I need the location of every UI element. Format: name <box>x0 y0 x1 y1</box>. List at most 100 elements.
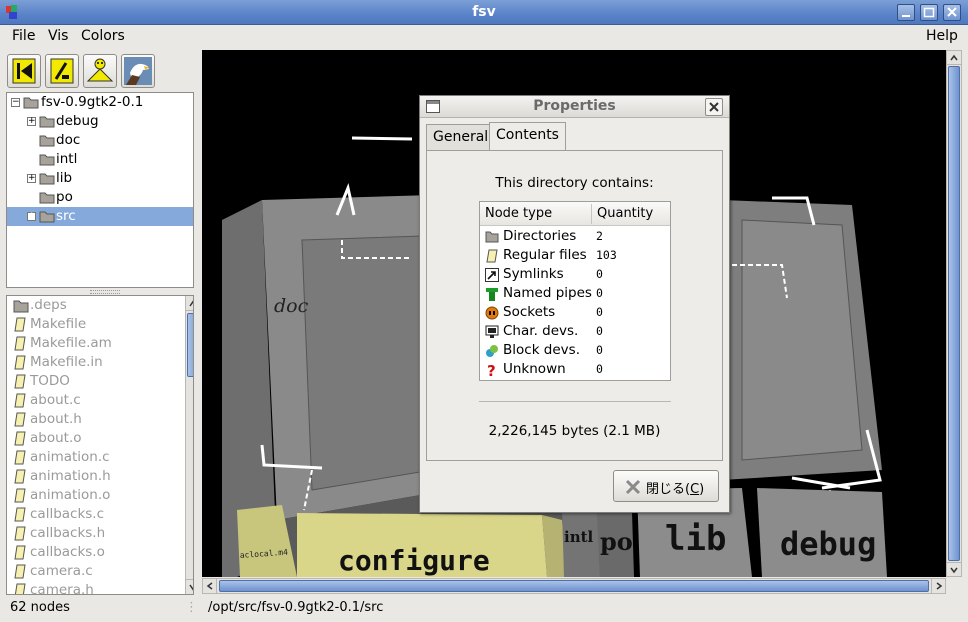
tree-item-label: debug <box>56 113 99 129</box>
file-icon <box>13 336 27 351</box>
tree-item-src[interactable]: + src <box>7 207 193 226</box>
file-icon <box>13 469 27 484</box>
viewport-vertical-scrollbar[interactable] <box>946 50 962 577</box>
node-type-label: Unknown <box>503 361 566 377</box>
collapse-icon[interactable]: − <box>11 98 20 107</box>
scene-label-configure: configure <box>338 544 490 577</box>
list-item-label: animation.c <box>30 449 110 465</box>
socket-icon <box>485 306 499 320</box>
table-row: Directories 2 <box>480 227 670 246</box>
list-item[interactable]: animation.h <box>7 467 179 486</box>
expand-icon[interactable]: + <box>27 117 36 126</box>
file-icon <box>13 564 27 579</box>
close-icon <box>624 478 642 500</box>
tree-item-debug[interactable]: + debug <box>7 112 193 131</box>
folder-icon <box>23 96 39 109</box>
table-row: Sockets 0 <box>480 303 670 322</box>
expand-icon[interactable]: + <box>27 212 36 221</box>
tree-item-lib[interactable]: + lib <box>7 169 193 188</box>
list-item[interactable]: Makefile.am <box>7 334 179 353</box>
status-bar: 62 nodes ⋮ /opt/src/fsv-0.9gtk2-0.1/src <box>0 596 968 622</box>
back-to-root-button[interactable] <box>7 54 41 88</box>
scroll-thumb[interactable] <box>948 66 960 561</box>
minimize-button[interactable] <box>897 4 915 21</box>
tree-root-label: fsv-0.9gtk2-0.1 <box>41 94 144 110</box>
scroll-up-icon[interactable] <box>947 51 961 65</box>
tree-item-po[interactable]: po <box>7 188 193 207</box>
maximize-button[interactable] <box>920 4 938 21</box>
file-icon <box>13 412 27 427</box>
tree-item-label: intl <box>56 151 78 167</box>
birdseye-icon <box>84 58 116 91</box>
list-item[interactable]: about.c <box>7 391 179 410</box>
list-item[interactable]: callbacks.o <box>7 543 179 562</box>
tree-item-intl[interactable]: intl <box>7 150 193 169</box>
column-divider <box>591 204 592 224</box>
divider <box>479 401 671 402</box>
node-count: 62 nodes <box>10 600 70 615</box>
scroll-thumb[interactable] <box>219 580 929 592</box>
close-button[interactable]: 閉じる(C) <box>613 470 719 502</box>
list-item[interactable]: camera.c <box>7 562 179 581</box>
list-item[interactable]: Makefile <box>7 315 179 334</box>
scroll-up-icon[interactable] <box>186 296 193 311</box>
scene-label-po: po <box>600 527 633 556</box>
tree-root[interactable]: − fsv-0.9gtk2-0.1 <box>7 93 193 112</box>
tab-general[interactable]: General <box>426 124 496 150</box>
folder-icon <box>39 153 55 166</box>
menu-bar: File Vis Colors Help <box>0 25 968 49</box>
list-item[interactable]: .deps <box>7 296 179 315</box>
list-item[interactable]: callbacks.h <box>7 524 179 543</box>
list-item[interactable]: TODO <box>7 372 179 391</box>
node-type-label: Block devs. <box>503 342 580 358</box>
birdseye-button[interactable] <box>83 54 117 88</box>
eagle-view-button[interactable] <box>121 54 155 88</box>
file-icon <box>13 393 27 408</box>
unknown-icon: ? <box>485 362 499 380</box>
tree-item-doc[interactable]: doc <box>7 131 193 150</box>
file-icon <box>13 450 27 465</box>
menu-help[interactable]: Help <box>926 28 958 44</box>
dialog-title-bar: Properties <box>420 96 729 118</box>
properties-dialog: Properties General Contents This directo… <box>419 95 730 513</box>
window-title: fsv <box>472 4 496 20</box>
list-item[interactable]: animation.o <box>7 486 179 505</box>
tab-contents[interactable]: Contents <box>489 122 566 150</box>
scroll-thumb[interactable] <box>187 313 193 377</box>
list-item[interactable]: camera.h <box>7 581 179 594</box>
file-list-scrollbar[interactable] <box>185 296 193 594</box>
menu-vis[interactable]: Vis <box>48 28 68 44</box>
list-item-label: Makefile.in <box>30 354 103 370</box>
scroll-left-icon[interactable] <box>203 579 217 593</box>
node-type-label: Named pipes <box>503 285 592 301</box>
tree-item-label: doc <box>56 132 81 148</box>
pane-splitter[interactable] <box>90 290 120 294</box>
scroll-right-icon[interactable] <box>931 579 945 593</box>
folder-icon <box>485 230 499 244</box>
list-item[interactable]: callbacks.c <box>7 505 179 524</box>
file-icon <box>13 488 27 503</box>
table-row: Symlinks 0 <box>480 265 670 284</box>
close-window-button[interactable] <box>943 4 961 21</box>
folder-icon <box>39 191 55 204</box>
list-item[interactable]: animation.c <box>7 448 179 467</box>
column-header-node-type[interactable]: Node type <box>485 206 552 221</box>
list-item[interactable]: Makefile.in <box>7 353 179 372</box>
menu-file[interactable]: File <box>12 28 35 44</box>
table-row: Named pipes 0 <box>480 284 670 303</box>
expand-icon[interactable]: + <box>27 174 36 183</box>
column-header-quantity[interactable]: Quantity <box>597 206 653 221</box>
tree-item-label: lib <box>56 170 73 186</box>
scene-label-intl: intl <box>564 528 594 546</box>
dialog-close-icon[interactable] <box>705 98 723 116</box>
menu-colors[interactable]: Colors <box>81 28 125 44</box>
viewport-horizontal-scrollbar[interactable] <box>202 578 946 594</box>
list-item[interactable]: about.o <box>7 429 179 448</box>
folder-icon <box>39 210 55 223</box>
cd-up-button[interactable] <box>45 54 79 88</box>
list-item-label: .deps <box>30 297 67 313</box>
file-icon <box>13 355 27 370</box>
scroll-down-icon[interactable] <box>947 562 961 576</box>
list-item[interactable]: about.h <box>7 410 179 429</box>
scroll-down-icon[interactable] <box>186 579 193 594</box>
